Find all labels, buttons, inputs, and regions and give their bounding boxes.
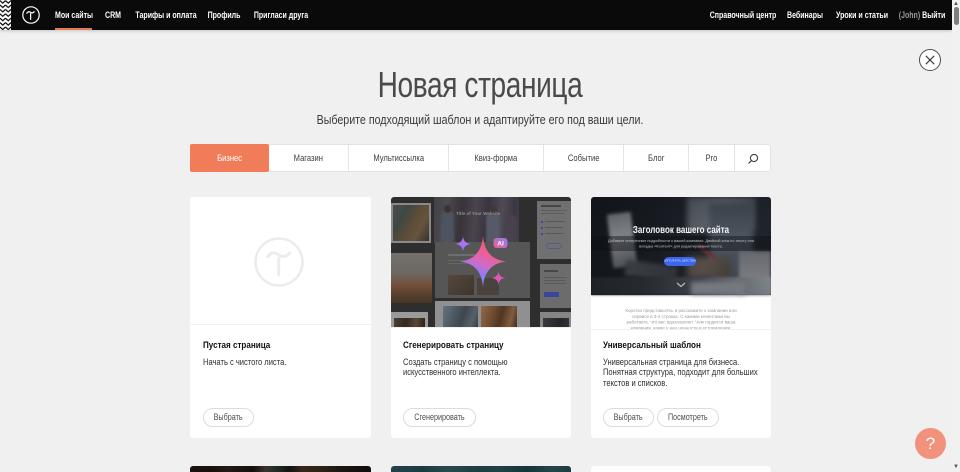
svg-text:AI: AI: [497, 240, 504, 247]
